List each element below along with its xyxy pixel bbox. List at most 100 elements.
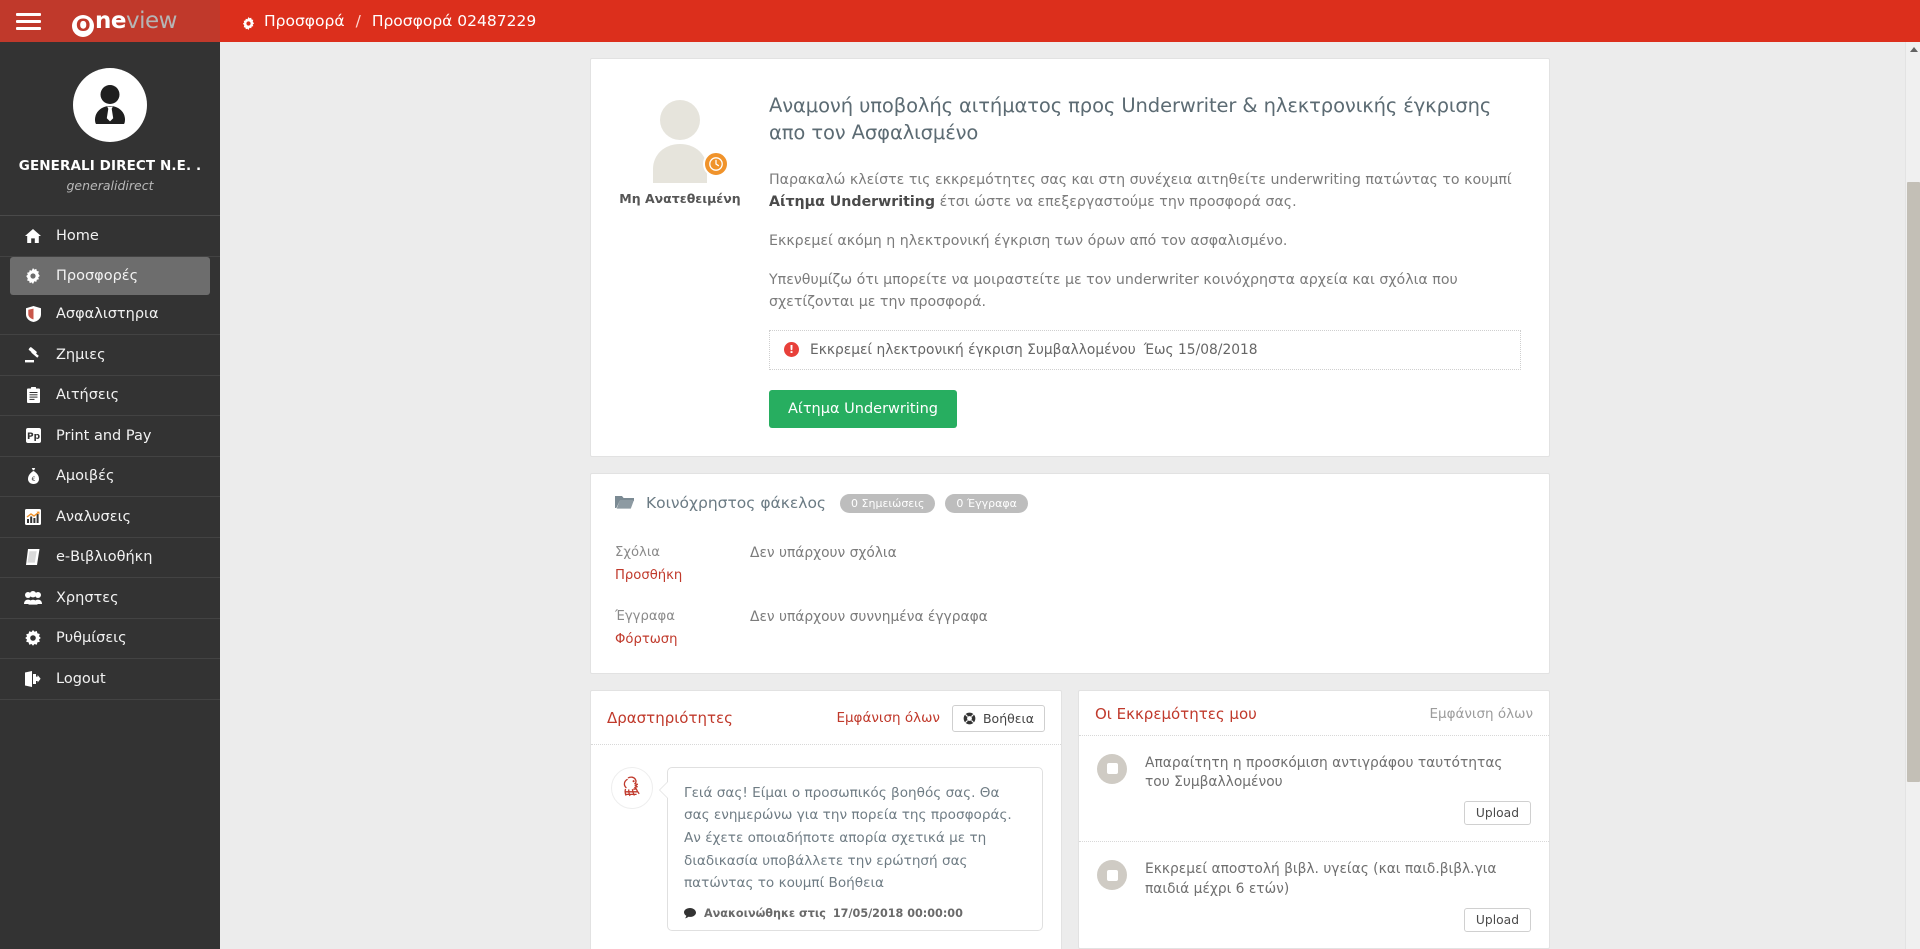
help-button-label: Βοήθεια — [983, 711, 1034, 726]
breadcrumb: Προσφορά / Προσφορά 02487229 — [220, 0, 1920, 42]
sidebar-item-print-and-pay[interactable]: Pp Print and Pay — [0, 416, 220, 457]
notes-count-badge: 0 Σημειώσεις — [840, 494, 935, 513]
pending-approval-alert: ! Εκκρεμεί ηλεκτρονική έγκριση Συμβαλλομ… — [769, 330, 1521, 370]
comments-row: Σχόλια Προσθήκη Δεν υπάρχουν σχόλια — [615, 545, 1521, 583]
comments-label: Σχόλια — [615, 545, 750, 560]
sidebar-label-analyseis: Αναλυσεις — [56, 509, 131, 525]
sidebar-label-e-vivliothiki: e-Βιβλιοθήκη — [56, 549, 152, 565]
sidebar-item-analyseis[interactable]: Αναλυσεις — [0, 497, 220, 538]
breadcrumb-item-1[interactable]: Προσφορά — [264, 12, 345, 30]
upload-button[interactable]: Upload — [1464, 801, 1531, 825]
sidebar-label-home: Home — [56, 228, 99, 244]
comment-icon — [684, 908, 696, 919]
documents-left: Έγγραφα Φόρτωση — [615, 609, 750, 647]
chat-bubble: Γειά σας! Είμαι ο προσωπικός βοηθός σας.… — [667, 767, 1043, 931]
pending-task-item: Απαραίτητη η προσκόμιση αντιγράφου ταυτό… — [1079, 736, 1549, 843]
sidebar-label-print-and-pay: Print and Pay — [56, 428, 151, 444]
pending-panel-title: Οι Εκκρεμότητες μου — [1095, 705, 1257, 723]
sidebar-item-e-vivliothiki[interactable]: e-Βιβλιοθήκη — [0, 538, 220, 579]
svg-text:€: € — [31, 476, 35, 483]
sidebar-user-handle: generalidirect — [0, 178, 220, 193]
sidebar-label-rythmiseis: Ρυθμίσεις — [56, 630, 127, 646]
exclamation-circle-icon: ! — [784, 342, 799, 357]
activities-panel-header: Δραστηριότητες Εμφάνιση όλων Βοήθεια — [591, 691, 1061, 745]
pending-task-text: Εκκρεμεί αποστολή βιβλ. υγείας (και παιδ… — [1145, 860, 1531, 899]
task-status-icon — [1097, 860, 1127, 890]
sidebar: GENERALI DIRECT N.E. . generalidirect Ho… — [0, 42, 220, 949]
sidebar-item-amoives[interactable]: € Αμοιβές — [0, 457, 220, 498]
logo-o-mark: O — [72, 15, 94, 37]
documents-empty-text: Δεν υπάρχουν συννημένα έγγραφα — [750, 609, 988, 647]
life-ring-icon — [963, 712, 976, 725]
upload-button[interactable]: Upload — [1464, 908, 1531, 932]
sidebar-label-aitiseis: Αιτήσεις — [56, 387, 119, 403]
chat-message-meta: Ανακοινώθηκε στις 17/05/2018 00:00:00 — [684, 907, 1026, 920]
status-paragraph-1: Παρακαλώ κλείστε τις εκκρεμότητες σας κα… — [769, 169, 1521, 213]
money-bag-icon: € — [22, 468, 44, 484]
sidebar-item-prosfores[interactable]: Προσφορές — [10, 257, 210, 295]
sidebar-item-aitiseis[interactable]: Αιτήσεις — [0, 376, 220, 417]
status-para1-before: Παρακαλώ κλείστε τις εκκρεμότητες σας κα… — [769, 172, 1512, 188]
sidebar-label-zimies: Ζημιες — [56, 347, 106, 363]
sidebar-item-rythmiseis[interactable]: Ρυθμίσεις — [0, 619, 220, 660]
breadcrumb-separator: / — [356, 12, 361, 30]
logout-icon — [22, 671, 44, 687]
add-comment-link[interactable]: Προσθήκη — [615, 568, 750, 583]
main-content: Μη Ανατεθειμένη Αναμονή υποβολής αιτήματ… — [220, 42, 1920, 949]
hamburger-icon[interactable] — [14, 8, 44, 34]
sidebar-item-home[interactable]: Home — [0, 216, 220, 257]
gear-icon — [22, 268, 44, 284]
pending-task-actions: Upload — [1145, 908, 1531, 932]
logo-view-text: view — [126, 8, 177, 34]
pending-task-body: Απαραίτητη η προσκόμιση αντιγράφου ταυτό… — [1145, 754, 1531, 826]
sidebar-item-asfalistiria[interactable]: Ασφαλιστηρια — [0, 295, 220, 336]
alert-date: Έως 15/08/2018 — [1144, 342, 1258, 358]
shared-folder-title: Κοινόχρηστος φάκελος — [646, 494, 826, 512]
status-paragraph-2: Εκκρεμεί ακόμη η ηλεκτρονική έγκριση των… — [769, 230, 1521, 252]
pending-tasks-panel: Οι Εκκρεμότητες μου Εμφάνιση όλων Απαραί… — [1078, 690, 1550, 949]
sidebar-username: GENERALI DIRECT N.E. . — [0, 158, 220, 174]
brand-block: Oneview — [0, 0, 220, 42]
app-logo[interactable]: Oneview — [72, 8, 177, 34]
sidebar-item-xristes[interactable]: Χρηστες — [0, 578, 220, 619]
documents-row: Έγγραφα Φόρτωση Δεν υπάρχουν συννημένα έ… — [615, 609, 1521, 647]
chart-icon — [22, 509, 44, 525]
activities-panel-actions: Εμφάνιση όλων Βοήθεια — [836, 705, 1045, 732]
sidebar-nav: Home Προσφορές Ασφαλιστηρια Ζημιες Αιτήσ — [0, 216, 220, 700]
assignment-avatar-block: Μη Ανατεθειμένη — [615, 85, 745, 428]
book-icon — [22, 549, 44, 565]
pending-task-item: Εκκρεμεί αποστολή βιβλ. υγείας (και παιδ… — [1079, 842, 1549, 948]
status-paragraph-3: Υπενθυμίζω ότι μπορείτε να μοιραστείτε μ… — [769, 269, 1521, 313]
assignment-label: Μη Ανατεθειμένη — [615, 191, 745, 206]
scroll-up-arrow-icon[interactable] — [1906, 42, 1920, 57]
documents-label: Έγγραφα — [615, 609, 750, 624]
sidebar-label-amoives: Αμοιβές — [56, 468, 115, 484]
sidebar-label-asfalistiria: Ασφαλιστηρια — [56, 306, 159, 322]
vertical-scrollbar[interactable] — [1905, 42, 1920, 949]
sidebar-item-logout[interactable]: Logout — [0, 659, 220, 700]
activities-show-all-link[interactable]: Εμφάνιση όλων — [836, 710, 940, 726]
underwriting-request-button[interactable]: Αίτημα Underwriting — [769, 390, 957, 428]
home-icon — [22, 228, 44, 244]
chat-message-text: Γειά σας! Είμαι ο προσωπικός βοηθός σας.… — [684, 782, 1026, 895]
gear-icon — [242, 16, 255, 29]
top-bar: Oneview Προσφορά / Προσφορά 02487229 — [0, 0, 1920, 42]
shared-folder-card: Κοινόχρηστος φάκελος 0 Σημειώσεις 0 Έγγρ… — [590, 473, 1550, 674]
help-button[interactable]: Βοήθεια — [952, 705, 1045, 732]
upload-document-link[interactable]: Φόρτωση — [615, 632, 750, 647]
page-title: Αναμονή υποβολής αιτήματος προς Underwri… — [769, 93, 1521, 147]
activities-panel: Δραστηριότητες Εμφάνιση όλων Βοήθεια — [590, 690, 1062, 949]
pending-show-all-link[interactable]: Εμφάνιση όλων — [1429, 706, 1533, 722]
comments-empty-text: Δεν υπάρχουν σχόλια — [750, 545, 897, 583]
chat-meta-label: Ανακοινώθηκε στις — [704, 907, 826, 920]
chat-bubble-wrapper: Γειά σας! Είμαι ο προσωπικός βοηθός σας.… — [667, 767, 1043, 931]
sidebar-label-xristes: Χρηστες — [56, 590, 119, 606]
breadcrumb-item-2[interactable]: Προσφορά 02487229 — [372, 12, 536, 30]
scrollbar-thumb[interactable] — [1907, 182, 1920, 782]
pending-task-body: Εκκρεμεί αποστολή βιβλ. υγείας (και παιδ… — [1145, 860, 1531, 932]
documents-count-badge: 0 Έγγραφα — [945, 494, 1027, 513]
pending-task-actions: Upload — [1145, 801, 1531, 825]
status-body: Αναμονή υποβολής αιτήματος προς Underwri… — [745, 85, 1521, 428]
svg-text:Pp: Pp — [26, 432, 40, 442]
sidebar-item-zimies[interactable]: Ζημιες — [0, 335, 220, 376]
